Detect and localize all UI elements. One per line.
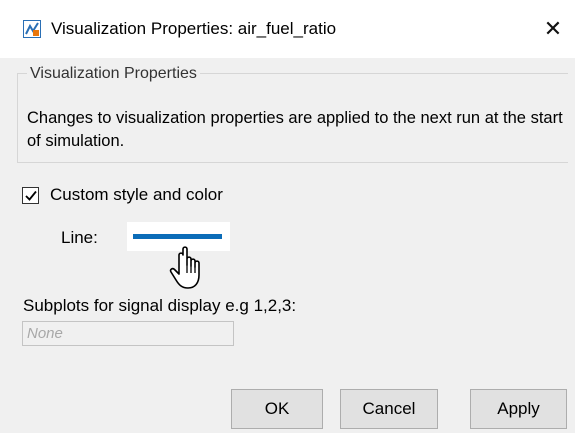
cancel-button[interactable]: Cancel <box>340 389 438 429</box>
line-color-swatch <box>133 234 222 239</box>
apply-button[interactable]: Apply <box>470 389 567 429</box>
custom-style-checkbox-row[interactable]: Custom style and color <box>22 183 223 207</box>
visualization-properties-group: Visualization Properties Changes to visu… <box>17 64 568 163</box>
custom-style-checkbox[interactable] <box>22 186 39 204</box>
visualization-properties-dialog: Visualization Properties: air_fuel_ratio… <box>0 0 575 433</box>
checkmark-icon <box>25 190 37 201</box>
subplots-input[interactable] <box>22 321 234 346</box>
ok-button[interactable]: OK <box>231 389 323 429</box>
hand-pointer-icon <box>169 246 200 289</box>
group-legend: Visualization Properties <box>27 64 200 84</box>
close-icon: ✕ <box>543 16 563 41</box>
custom-style-label: Custom style and color <box>50 185 223 204</box>
title-bar: Visualization Properties: air_fuel_ratio… <box>0 0 575 58</box>
simulink-model-icon <box>23 20 41 38</box>
subplots-label: Subplots for signal display e.g 1,2,3: <box>23 296 297 315</box>
window-title: Visualization Properties: air_fuel_ratio <box>51 19 337 38</box>
close-button[interactable]: ✕ <box>531 0 575 58</box>
line-label: Line: <box>61 228 98 247</box>
group-description: Changes to visualization properties are … <box>27 109 563 150</box>
